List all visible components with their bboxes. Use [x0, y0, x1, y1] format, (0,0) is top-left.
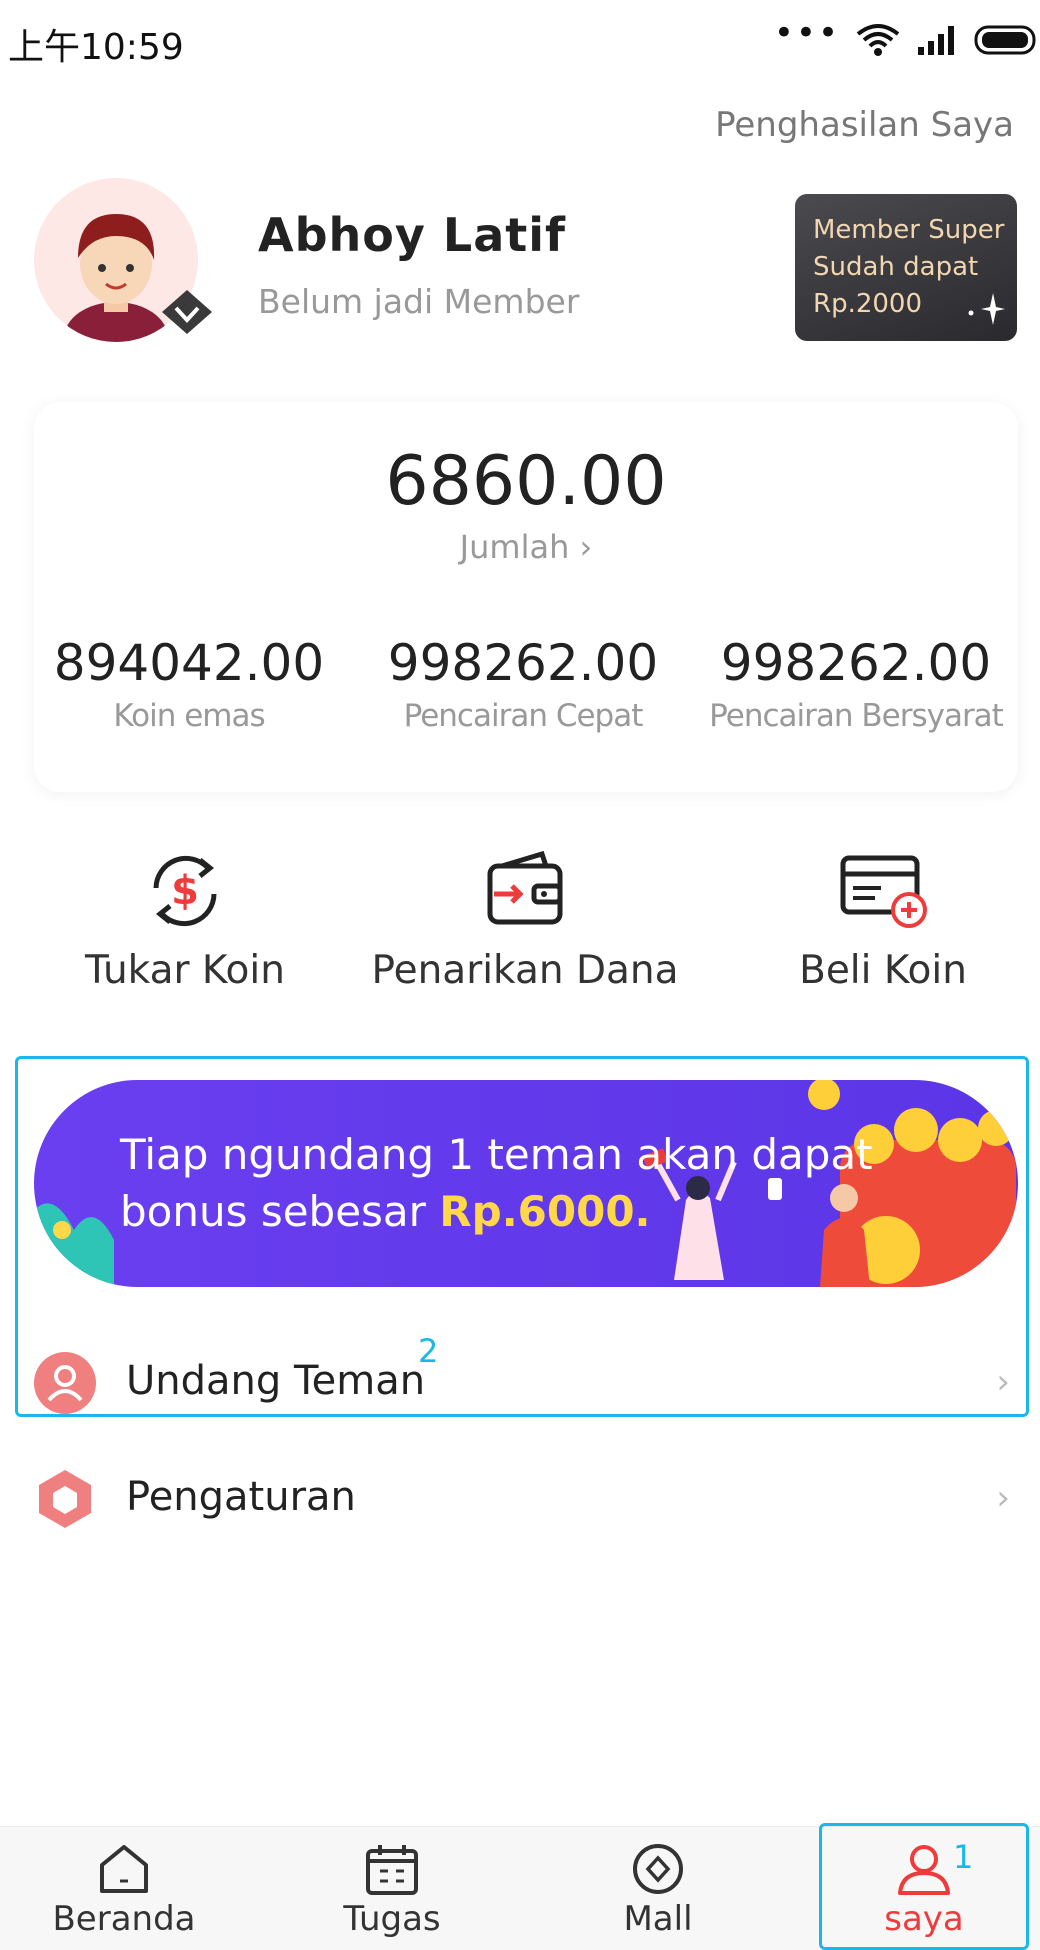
hexagon-settings-icon — [39, 1470, 91, 1528]
banner-bonus-amount: Rp.6000. — [439, 1187, 651, 1236]
member-status: Belum jadi Member — [258, 282, 580, 321]
nav-tasks[interactable]: Tugas — [292, 1827, 492, 1950]
action-label: Tukar Koin — [85, 948, 285, 993]
banner-line2: bonus sebesar Rp.6000. — [120, 1183, 873, 1240]
nav-label: Mall — [623, 1899, 693, 1939]
card-add-icon — [840, 855, 927, 928]
wallet-withdraw-icon — [487, 850, 563, 925]
action-withdraw-funds[interactable]: Penarikan Dana — [370, 848, 680, 993]
chevron-right-icon: › — [996, 1478, 1010, 1518]
stat-fast-withdrawal: 998262.00 Pencairan Cepat — [378, 634, 668, 734]
stat-value: 998262.00 — [720, 634, 992, 692]
action-label: Beli Koin — [799, 948, 967, 993]
nav-home[interactable]: Beranda — [24, 1827, 224, 1950]
action-exchange-coin[interactable]: $ Tukar Koin — [60, 848, 310, 993]
nav-label: Beranda — [52, 1899, 196, 1939]
banner-text: Tiap ngundang 1 teman akan dapat bonus s… — [120, 1126, 873, 1240]
member-card-line1: Member Super — [813, 215, 1005, 245]
menu-label: Undang Teman — [126, 1358, 426, 1404]
signal-icon — [918, 26, 954, 55]
action-label: Penarikan Dana — [371, 948, 679, 993]
status-icons: ••• — [774, 13, 1040, 60]
banner-line2-prefix: bonus sebesar — [120, 1187, 440, 1236]
sparkle-icon — [968, 293, 1005, 325]
nav-mall[interactable]: Mall — [558, 1827, 758, 1950]
stat-conditional-withdrawal: 998262.00 Pencairan Bersyarat — [706, 634, 1006, 734]
username: Abhoy Latif — [258, 208, 567, 262]
stat-label: Pencairan Bersyarat — [709, 698, 1004, 734]
wifi-icon — [856, 24, 900, 56]
status-time: 上午10:59 — [8, 27, 184, 68]
member-diamond-badge-icon — [162, 290, 212, 334]
menu-invite-friends[interactable]: Undang Teman › — [0, 1326, 1040, 1436]
more-dots-icon: ••• — [773, 13, 840, 53]
balance-card: 6860.00 Jumlah › 894042.00 Koin emas 998… — [34, 402, 1018, 792]
calendar-icon — [366, 1845, 418, 1895]
home-icon — [100, 1845, 148, 1893]
member-card-line2: Sudah dapat — [813, 252, 979, 282]
action-buy-coin[interactable]: Beli Koin — [758, 848, 1008, 993]
stat-value: 894042.00 — [53, 634, 325, 692]
earnings-link[interactable]: Penghasilan Saya — [715, 105, 1014, 145]
stat-gold-coin: 894042.00 Koin emas — [44, 634, 334, 734]
stat-value: 998262.00 — [387, 634, 659, 692]
banner-line1: Tiap ngundang 1 teman akan dapat — [120, 1130, 873, 1179]
menu-label: Pengaturan — [126, 1474, 356, 1520]
battery-icon — [974, 25, 1036, 55]
stat-label: Koin emas — [113, 698, 265, 734]
member-super-card[interactable]: Member Super Sudah dapat Rp.2000 — [795, 194, 1017, 341]
menu-settings[interactable]: Pengaturan › — [0, 1442, 1040, 1552]
status-bar: 上午10:59 ••• — [0, 0, 1040, 82]
invite-banner[interactable]: Tiap ngundang 1 teman akan dapat bonus s… — [34, 1080, 1018, 1287]
stat-label: Pencairan Cepat — [403, 698, 644, 734]
exchange-coin-icon: $ — [153, 855, 217, 927]
annotation-number-1: 1 — [953, 1838, 974, 1876]
svg-text:$: $ — [171, 868, 199, 914]
nav-label: Tugas — [343, 1899, 441, 1939]
highlight-box-profile — [819, 1823, 1029, 1950]
user-icon — [34, 1352, 96, 1414]
chevron-right-icon: › — [996, 1362, 1010, 1402]
total-balance-link[interactable]: Jumlah › — [34, 528, 1018, 566]
mall-icon — [633, 1844, 683, 1894]
total-balance-value: 6860.00 — [385, 442, 667, 521]
